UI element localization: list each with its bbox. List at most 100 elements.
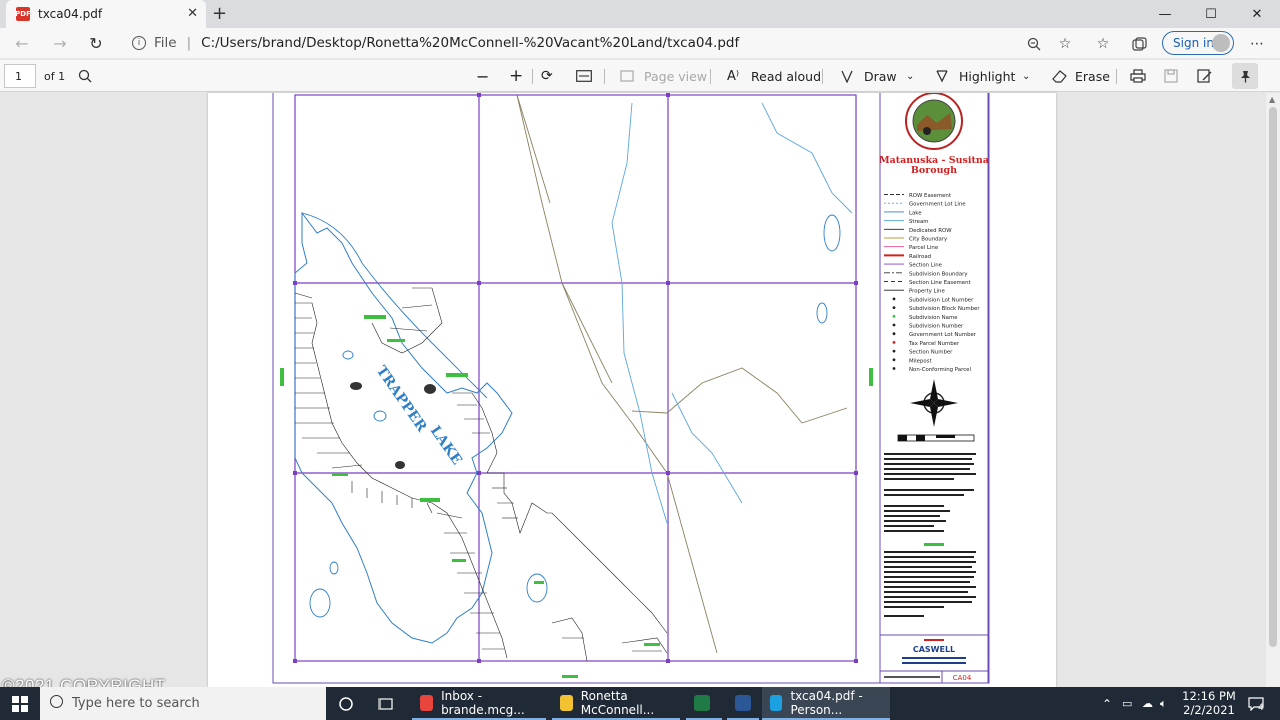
lake-name-trapper: TRAPPER bbox=[373, 363, 430, 435]
ponds bbox=[309, 214, 841, 618]
favorites-icon[interactable]: ☆ bbox=[1093, 34, 1113, 54]
close-window-button[interactable]: ✕ bbox=[1234, 0, 1280, 28]
legend-panel: Matanuska - Susitna Borough ROW Easement… bbox=[879, 93, 989, 683]
erase-button[interactable]: Erase bbox=[1075, 60, 1110, 92]
legend-label: Subdivision Lot Number bbox=[909, 297, 974, 303]
scale-bar-icon bbox=[897, 434, 975, 442]
taskbar-app-1[interactable]: Ronetta McConnell... bbox=[552, 687, 680, 720]
legend-label: Section Line bbox=[909, 263, 943, 269]
legend-label: Parcel Line bbox=[909, 245, 939, 251]
info-icon[interactable]: i bbox=[132, 36, 146, 50]
tab-strip: PDF txca04.pdf ✕ + — ☐ ✕ bbox=[0, 0, 1280, 28]
road-lines bbox=[516, 94, 848, 654]
legend-swatch bbox=[892, 306, 896, 309]
collections-icon[interactable] bbox=[1129, 34, 1149, 54]
taskbar-search-placeholder: Type here to search bbox=[72, 696, 200, 711]
refresh-button[interactable]: ↻ bbox=[84, 32, 108, 54]
taskbar-search[interactable]: Type here to search bbox=[40, 687, 326, 720]
map-id: CA04 bbox=[953, 674, 972, 682]
page-count: of 1 bbox=[44, 69, 66, 83]
forward-button[interactable]: → bbox=[48, 32, 72, 54]
legend-swatch bbox=[892, 297, 896, 301]
taskbar-app-3[interactable] bbox=[727, 687, 759, 720]
read-aloud-icon[interactable]: A⁾ bbox=[727, 60, 739, 92]
windows-logo-icon bbox=[12, 695, 28, 712]
legend-label: Tax Parcel Number bbox=[908, 341, 960, 347]
legend-label: ROW Easement bbox=[909, 193, 951, 199]
minimize-button[interactable]: — bbox=[1142, 0, 1188, 28]
highlight-dropdown-icon[interactable]: ⌄ bbox=[1022, 60, 1030, 92]
rotate-icon[interactable]: ⟳ bbox=[541, 60, 553, 92]
borough-title-line2: Borough bbox=[911, 165, 957, 176]
legend-label: Section Number bbox=[909, 350, 953, 356]
url-text[interactable]: C:/Users/brand/Desktop/Ronetta%20McConne… bbox=[201, 35, 739, 51]
task-view-icon[interactable] bbox=[378, 687, 394, 720]
draw-button[interactable]: Draw bbox=[864, 60, 897, 92]
clock-time: 12:16 PM bbox=[1182, 689, 1236, 703]
highlight-icon[interactable] bbox=[935, 60, 949, 92]
legend-label: Government Lot Line bbox=[909, 202, 966, 208]
system-clock[interactable]: 12:16 PM 2/2/2021 bbox=[1176, 689, 1242, 717]
close-tab-icon[interactable]: ✕ bbox=[187, 6, 198, 21]
back-button[interactable]: ← bbox=[10, 32, 34, 54]
taskbar-app-label: txca04.pdf - Person... bbox=[790, 688, 863, 717]
network-icon[interactable]: ▭ bbox=[1122, 687, 1132, 720]
read-aloud-button[interactable]: Read aloud bbox=[751, 60, 821, 92]
taskbar-app-4[interactable]: txca04.pdf - Person... bbox=[762, 687, 890, 720]
windows-taskbar: Type here to search Inbox - brande.mcg..… bbox=[0, 687, 1280, 720]
more-options-icon[interactable]: ⋯ bbox=[1247, 34, 1267, 54]
page-view-icon[interactable] bbox=[620, 60, 634, 92]
legend-label: Non-Conforming Parcel bbox=[909, 367, 971, 373]
map-place-name: CASWELL bbox=[913, 645, 955, 654]
taskbar-app-0[interactable]: Inbox - brande.mcg... bbox=[412, 687, 546, 720]
lake-name-lake: LAKE bbox=[427, 423, 465, 468]
pin-toolbar-icon[interactable] bbox=[1232, 63, 1258, 89]
legend-swatch bbox=[892, 332, 896, 336]
page-view-button[interactable]: Page view bbox=[644, 60, 707, 92]
save-icon[interactable] bbox=[1164, 60, 1178, 92]
new-tab-button[interactable]: + bbox=[212, 3, 227, 24]
notice-mark bbox=[924, 543, 944, 546]
zoom-icon[interactable] bbox=[1024, 34, 1044, 54]
app-icon bbox=[770, 694, 783, 711]
notifications-icon[interactable]: 4 bbox=[1248, 687, 1264, 720]
maximize-button[interactable]: ☐ bbox=[1188, 0, 1234, 28]
vertical-scrollbar[interactable]: ▲ bbox=[1266, 93, 1280, 687]
onedrive-icon[interactable]: ☁ bbox=[1142, 687, 1153, 720]
app-icon bbox=[420, 694, 434, 711]
taskbar-app-label: Ronetta McConnell... bbox=[580, 688, 655, 717]
legend-swatch bbox=[892, 358, 896, 362]
start-button[interactable] bbox=[0, 687, 40, 720]
erase-icon[interactable] bbox=[1052, 60, 1067, 92]
highlight-button[interactable]: Highlight bbox=[959, 60, 1015, 92]
add-favorite-icon[interactable]: ☆ bbox=[1055, 34, 1075, 54]
compass-rose-icon bbox=[910, 379, 958, 427]
parcel-map: TRAPPER LAKE Matanuska - Susitna Borough… bbox=[272, 93, 990, 684]
print-icon[interactable] bbox=[1130, 60, 1146, 92]
fit-page-icon[interactable] bbox=[576, 60, 592, 92]
draw-dropdown-icon[interactable]: ⌄ bbox=[906, 60, 914, 92]
save-as-icon[interactable] bbox=[1197, 60, 1212, 92]
taskbar-app-2[interactable] bbox=[686, 687, 722, 720]
pdf-file-icon: PDF bbox=[15, 7, 31, 21]
scroll-up-icon[interactable]: ▲ bbox=[1269, 95, 1275, 104]
notification-count: 4 bbox=[1258, 702, 1264, 713]
app-icon bbox=[694, 694, 710, 711]
draw-icon[interactable] bbox=[840, 60, 854, 92]
show-hidden-icons[interactable]: ⌃ bbox=[1102, 687, 1112, 720]
sign-in-button[interactable]: Sign in bbox=[1162, 31, 1234, 55]
navigation-bar: ← → ↻ i File | C:/Users/brand/Desktop/Ro… bbox=[0, 28, 1280, 58]
scrollbar-thumb[interactable] bbox=[1269, 107, 1277, 647]
zoom-out-button[interactable]: − bbox=[476, 60, 489, 92]
legend-swatch bbox=[892, 349, 896, 353]
page-number-input[interactable]: 1 bbox=[4, 64, 36, 88]
find-icon[interactable] bbox=[78, 60, 92, 92]
cortana-icon[interactable] bbox=[338, 687, 354, 720]
volume-icon[interactable]: 🔈︎ bbox=[1160, 687, 1167, 720]
tab-txca04[interactable]: PDF txca04.pdf ✕ bbox=[6, 0, 206, 28]
legend-label: Subdivision Boundary bbox=[909, 271, 968, 277]
zoom-in-button[interactable]: + bbox=[509, 60, 523, 92]
legend-label: Railroad bbox=[909, 254, 931, 260]
address-bar[interactable]: i File | C:/Users/brand/Desktop/Ronetta%… bbox=[124, 30, 1084, 56]
taskbar-app-label: Inbox - brande.mcg... bbox=[441, 688, 525, 717]
